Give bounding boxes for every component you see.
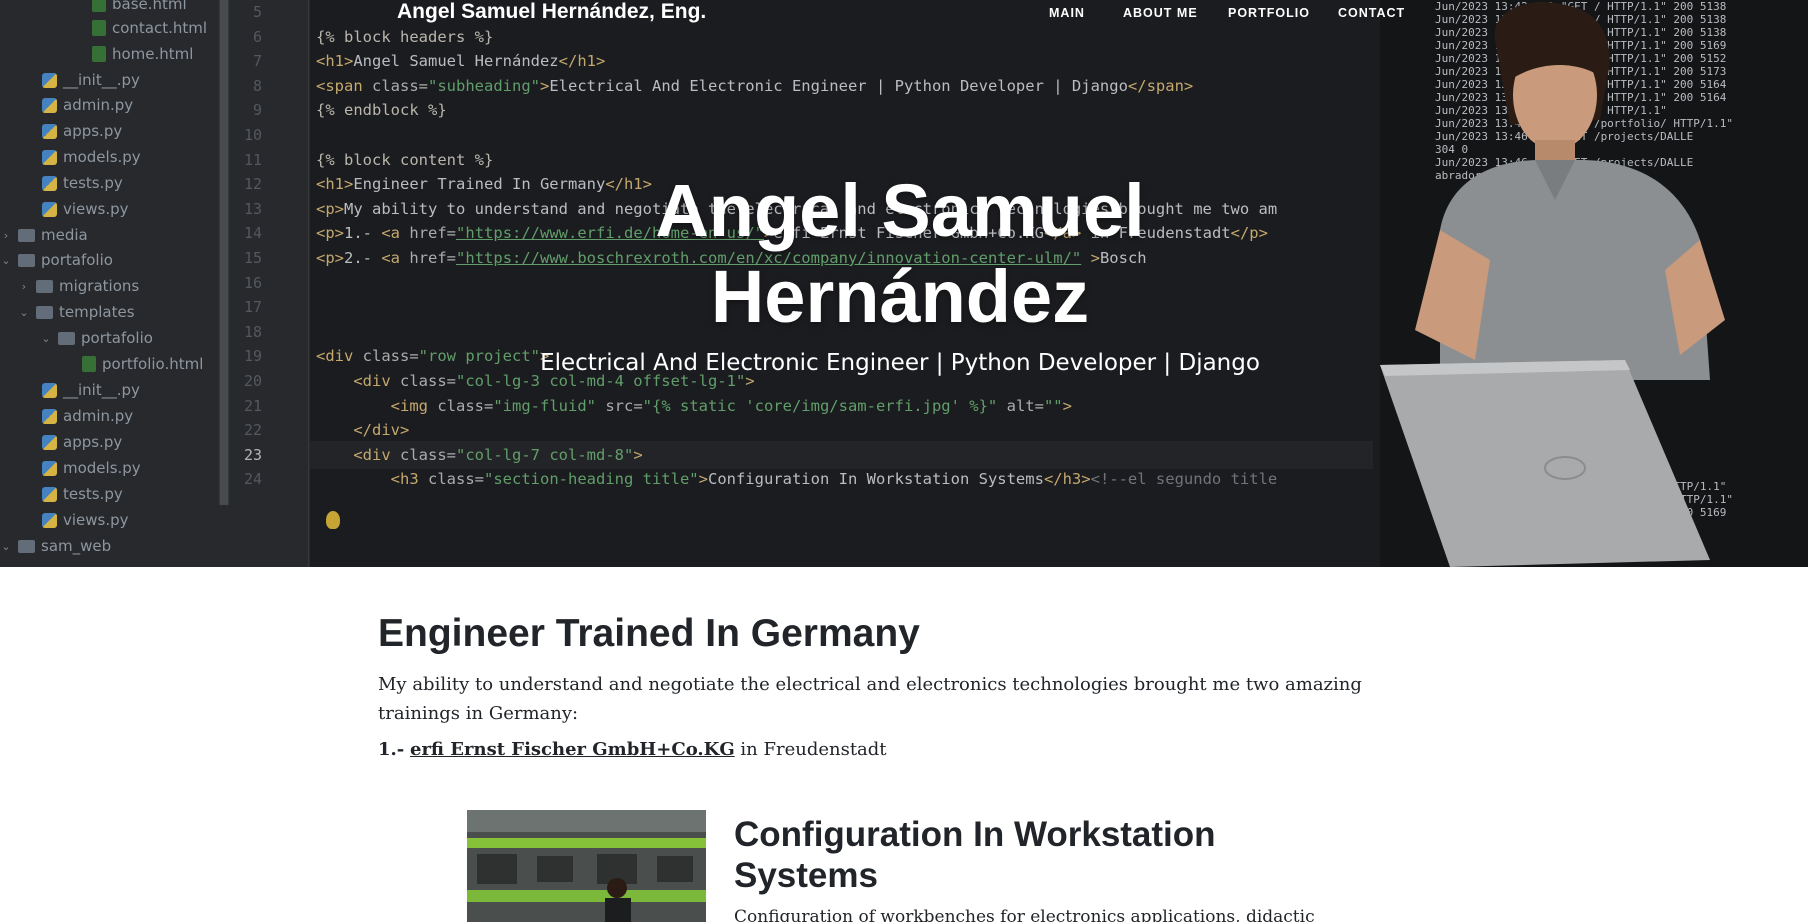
section-heading: Engineer Trained In Germany: [378, 612, 920, 655]
site-brand[interactable]: Angel Samuel Hernández, Eng.: [397, 0, 706, 24]
erfi-link[interactable]: erfi Ernst Fischer GmbH+Co.KG: [410, 739, 735, 760]
hero-section: base.html contact.html home.html __init__.p…: [0, 0, 1808, 567]
training-item: 1.- erfi Ernst Fischer GmbH+Co.KG in Fre…: [378, 736, 887, 764]
hero-title-line1: Angel Samuel: [655, 169, 1145, 252]
hero-title: Angel Samuel Hernández: [540, 168, 1260, 340]
nav-link-about-me[interactable]: ABOUT ME: [1123, 3, 1198, 23]
project-title: Configuration In Workstation Systems: [734, 815, 1216, 895]
training-item-prefix: 1.-: [378, 739, 405, 760]
project-description: Configuration of workbenches for electro…: [734, 907, 1315, 922]
hero-title-line2: Hernández: [710, 255, 1090, 338]
hero-subtitle: Electrical And Electronic Engineer | Pyt…: [540, 350, 1260, 376]
nav-link-contact[interactable]: CONTACT: [1338, 3, 1405, 23]
project-image: [467, 810, 706, 922]
nav-link-main[interactable]: MAIN: [1049, 3, 1085, 23]
profile-photo: [1380, 1, 1725, 567]
nav-link-portfolio[interactable]: PORTFOLIO: [1228, 3, 1310, 23]
training-item-location: in Freudenstadt: [734, 739, 887, 760]
intro-paragraph: My ability to understand and negotiate t…: [378, 674, 1362, 724]
